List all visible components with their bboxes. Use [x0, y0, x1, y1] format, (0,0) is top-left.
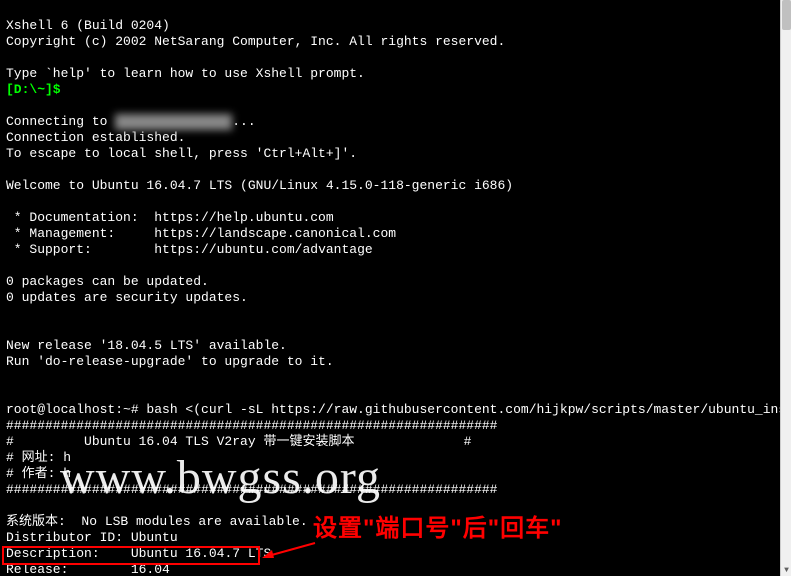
banner-border-top: ########################################… [6, 418, 497, 433]
connection-established: Connection established. [6, 130, 185, 145]
banner-title: # Ubuntu 16.04 TLS V2ray 带一键安装脚本 # [6, 434, 471, 449]
connecting-line: Connecting to XXX.XXX.XXX.XXX... [6, 114, 256, 129]
support-link: * Support: https://ubuntu.com/advantage [6, 242, 373, 257]
release-line: Release: 16.04 [6, 562, 170, 576]
banner-site: # 网址: h [6, 450, 71, 465]
local-prompt: [D:\~]$ [6, 82, 61, 97]
terminal-window[interactable]: Xshell 6 (Build 0204) Copyright (c) 2002… [0, 0, 780, 576]
redacted-host: XXX.XXX.XXX.XXX [115, 114, 232, 130]
mgmt-link: * Management: https://landscape.canonica… [6, 226, 396, 241]
security-update: 0 updates are security updates. [6, 290, 248, 305]
copyright-line: Copyright (c) 2002 NetSarang Computer, I… [6, 34, 505, 49]
sysinfo-line: 系统版本: No LSB modules are available. [6, 514, 308, 529]
vertical-scrollbar[interactable]: ▲ ▼ [780, 0, 791, 576]
scrollbar-thumb[interactable] [782, 0, 791, 30]
new-release: New release '18.04.5 LTS' available. [6, 338, 287, 353]
upgrade-hint: Run 'do-release-upgrade' to upgrade to i… [6, 354, 334, 369]
scroll-down-icon[interactable]: ▼ [781, 565, 791, 576]
escape-hint: To escape to local shell, press 'Ctrl+Al… [6, 146, 357, 161]
welcome-line: Welcome to Ubuntu 16.04.7 LTS (GNU/Linux… [6, 178, 513, 193]
help-line: Type `help' to learn how to use Xshell p… [6, 66, 365, 81]
doc-link: * Documentation: https://help.ubuntu.com [6, 210, 334, 225]
banner-author: # 作者: h [6, 466, 71, 481]
banner-border-bottom: ########################################… [6, 482, 497, 497]
distributor-line: Distributor ID: Ubuntu [6, 530, 178, 545]
packages-update: 0 packages can be updated. [6, 274, 209, 289]
command-line: root@localhost:~# bash <(curl -sL https:… [6, 402, 780, 417]
description-line: Description: Ubuntu 16.04.7 LTS [6, 546, 271, 561]
app-title: Xshell 6 (Build 0204) [6, 18, 170, 33]
